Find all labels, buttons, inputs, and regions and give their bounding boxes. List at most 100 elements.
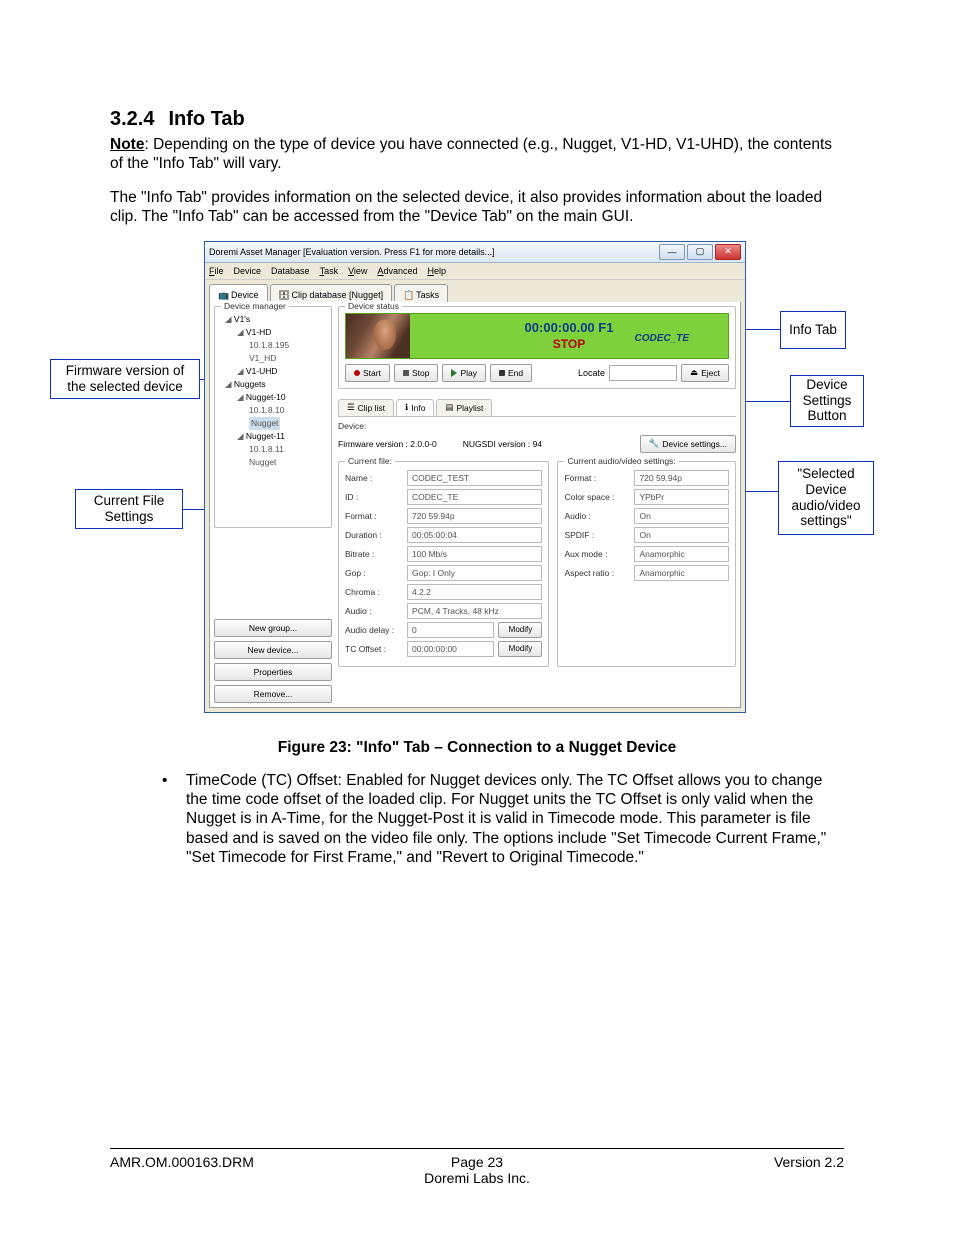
field-value: On bbox=[634, 527, 729, 543]
playlist-icon: ▤ bbox=[445, 402, 453, 413]
callout-firmware: Firmware version of the selected device bbox=[50, 359, 200, 399]
tree-node[interactable]: ◢ Nuggets bbox=[219, 378, 327, 391]
note-text: : Depending on the type of device you ha… bbox=[110, 136, 832, 172]
field-row: Aux mode :Anamorphic bbox=[564, 546, 729, 562]
callout-current-file: Current File Settings bbox=[75, 489, 183, 529]
btn-label: Stop bbox=[412, 368, 430, 378]
tree-node[interactable]: ◢ V1-HD bbox=[219, 326, 327, 339]
field-label: Duration : bbox=[345, 530, 407, 540]
figure-caption: Figure 23: "Info" Tab – Connection to a … bbox=[110, 739, 844, 757]
field-row: Audio delay :0Modify bbox=[345, 622, 542, 638]
app-window: Doremi Asset Manager [Evaluation version… bbox=[204, 241, 746, 713]
field-value: YPbPr bbox=[634, 489, 729, 505]
tree-node[interactable]: 10.1.8.11 bbox=[219, 443, 327, 456]
field-value: CODEC_TE bbox=[407, 489, 542, 505]
tree-node[interactable]: ◢ V1's bbox=[219, 313, 327, 326]
end-button[interactable]: End bbox=[490, 364, 532, 382]
menu-advanced[interactable]: Advanced bbox=[377, 266, 417, 276]
note-paragraph: Note: Depending on the type of device yo… bbox=[110, 135, 844, 174]
minimize-button[interactable]: — bbox=[659, 244, 685, 260]
menu-view[interactable]: View bbox=[348, 266, 367, 276]
field-value: 0 bbox=[407, 622, 494, 638]
footer-left: AMR.OM.000163.DRM bbox=[110, 1154, 355, 1186]
remove-button[interactable]: Remove... bbox=[214, 685, 332, 703]
field-row: ID :CODEC_TE bbox=[345, 489, 542, 505]
tree-node[interactable]: 10.1.8.10 bbox=[219, 404, 327, 417]
info-icon: ℹ bbox=[405, 402, 408, 413]
tree-node[interactable]: ◢ Nugget-11 bbox=[219, 430, 327, 443]
field-value: 4.2.2 bbox=[407, 584, 542, 600]
btn-label: Start bbox=[363, 368, 381, 378]
maximize-button[interactable]: ▢ bbox=[687, 244, 713, 260]
field-row: Format :720 59.94p bbox=[345, 508, 542, 524]
menu-help[interactable]: Help bbox=[427, 266, 446, 276]
start-button[interactable]: Start bbox=[345, 364, 390, 382]
tab-label: Device bbox=[231, 290, 259, 300]
field-label: Aux mode : bbox=[564, 549, 634, 559]
menu-database[interactable]: Database bbox=[271, 266, 310, 276]
modify-button[interactable]: Modify bbox=[498, 641, 542, 657]
field-value: 00:05:00:04 bbox=[407, 527, 542, 543]
callout-device-settings: Device Settings Button bbox=[790, 375, 864, 427]
field-row: Aspect ratio :Anamorphic bbox=[564, 565, 729, 581]
window-title: Doremi Asset Manager [Evaluation version… bbox=[209, 247, 657, 257]
list-icon: ☰ bbox=[347, 402, 355, 413]
locate-input[interactable] bbox=[609, 365, 677, 381]
properties-button[interactable]: Properties bbox=[214, 663, 332, 681]
menu-task[interactable]: Task bbox=[320, 266, 339, 276]
video-thumbnail bbox=[346, 314, 410, 358]
field-row: Chroma :4.2.2 bbox=[345, 584, 542, 600]
bullet-list: • TimeCode (TC) Offset: Enabled for Nugg… bbox=[162, 771, 844, 868]
timecode-display: 00:00:00.00 F1 bbox=[525, 320, 614, 335]
av-settings-group: Current audio/video settings: Format :72… bbox=[557, 461, 736, 667]
tree-node[interactable]: 10.1.8.195 bbox=[219, 339, 327, 352]
locate-label: Locate bbox=[578, 368, 605, 378]
subtab-cliplist[interactable]: ☰Clip list bbox=[338, 399, 394, 416]
footer-right: Version 2.2 bbox=[599, 1154, 844, 1186]
modify-button[interactable]: Modify bbox=[498, 622, 542, 638]
menu-device[interactable]: Device bbox=[234, 266, 262, 276]
subtab-label: Clip list bbox=[358, 403, 385, 413]
callout-info-tab: Info Tab bbox=[780, 311, 846, 349]
close-button[interactable]: ✕ bbox=[715, 244, 741, 260]
page-footer: AMR.OM.000163.DRM Page 23Doremi Labs Inc… bbox=[110, 1154, 844, 1186]
field-row: TC Offset :00:00:00:00Modify bbox=[345, 641, 542, 657]
tree-node[interactable]: Nugget bbox=[219, 456, 327, 469]
codec-label: CODEC_TE bbox=[635, 333, 689, 344]
group-title: Device manager bbox=[221, 301, 289, 311]
field-value: Anamorphic bbox=[634, 546, 729, 562]
subtab-label: Info bbox=[411, 403, 425, 413]
field-label: Bitrate : bbox=[345, 549, 407, 559]
field-row: Color space :YPbPr bbox=[564, 489, 729, 505]
device-settings-button[interactable]: 🔧 Device settings... bbox=[640, 435, 736, 453]
play-icon bbox=[451, 369, 457, 377]
subtab-info[interactable]: ℹInfo bbox=[396, 399, 434, 416]
group-title: Current audio/video settings: bbox=[564, 456, 678, 466]
new-device-button[interactable]: New device... bbox=[214, 641, 332, 659]
sidebar-buttons: New group... New device... Properties Re… bbox=[214, 615, 332, 703]
field-label: Audio delay : bbox=[345, 625, 407, 635]
menu-file[interactable]: File bbox=[209, 266, 224, 276]
subtab-playlist[interactable]: ▤Playlist bbox=[436, 399, 492, 416]
new-group-button[interactable]: New group... bbox=[214, 619, 332, 637]
menubar: File Device Database Task View Advanced … bbox=[205, 263, 745, 280]
play-button[interactable]: Play bbox=[442, 364, 486, 382]
stop-button[interactable]: Stop bbox=[394, 364, 439, 382]
main-area: Device status 00:00:00.00 F1 STOP CODEC_… bbox=[338, 306, 736, 703]
field-value: Anamorphic bbox=[634, 565, 729, 581]
video-status-bar: 00:00:00.00 F1 STOP CODEC_TE bbox=[345, 313, 729, 359]
device-tree[interactable]: ◢ V1's◢ V1-HD10.1.8.195V1_HD◢ V1-UHD◢ Nu… bbox=[219, 313, 327, 469]
footer-center: Page 23Doremi Labs Inc. bbox=[355, 1154, 600, 1186]
tree-node[interactable]: V1_HD bbox=[219, 352, 327, 365]
field-label: SPDIF : bbox=[564, 530, 634, 540]
field-value: On bbox=[634, 508, 729, 524]
transport-bar: Start Stop Play End Locate ⏏ Eject bbox=[345, 364, 729, 382]
tab-label: Clip database [Nugget] bbox=[292, 290, 384, 300]
eject-button[interactable]: ⏏ Eject bbox=[681, 364, 729, 382]
tree-node[interactable]: Nugget bbox=[219, 417, 327, 430]
tree-node[interactable]: ◢ V1-UHD bbox=[219, 365, 327, 378]
intro-paragraph: The "Info Tab" provides information on t… bbox=[110, 188, 844, 227]
state-display: STOP bbox=[553, 337, 585, 351]
tree-node[interactable]: ◢ Nugget-10 bbox=[219, 391, 327, 404]
titlebar: Doremi Asset Manager [Evaluation version… bbox=[205, 242, 745, 263]
